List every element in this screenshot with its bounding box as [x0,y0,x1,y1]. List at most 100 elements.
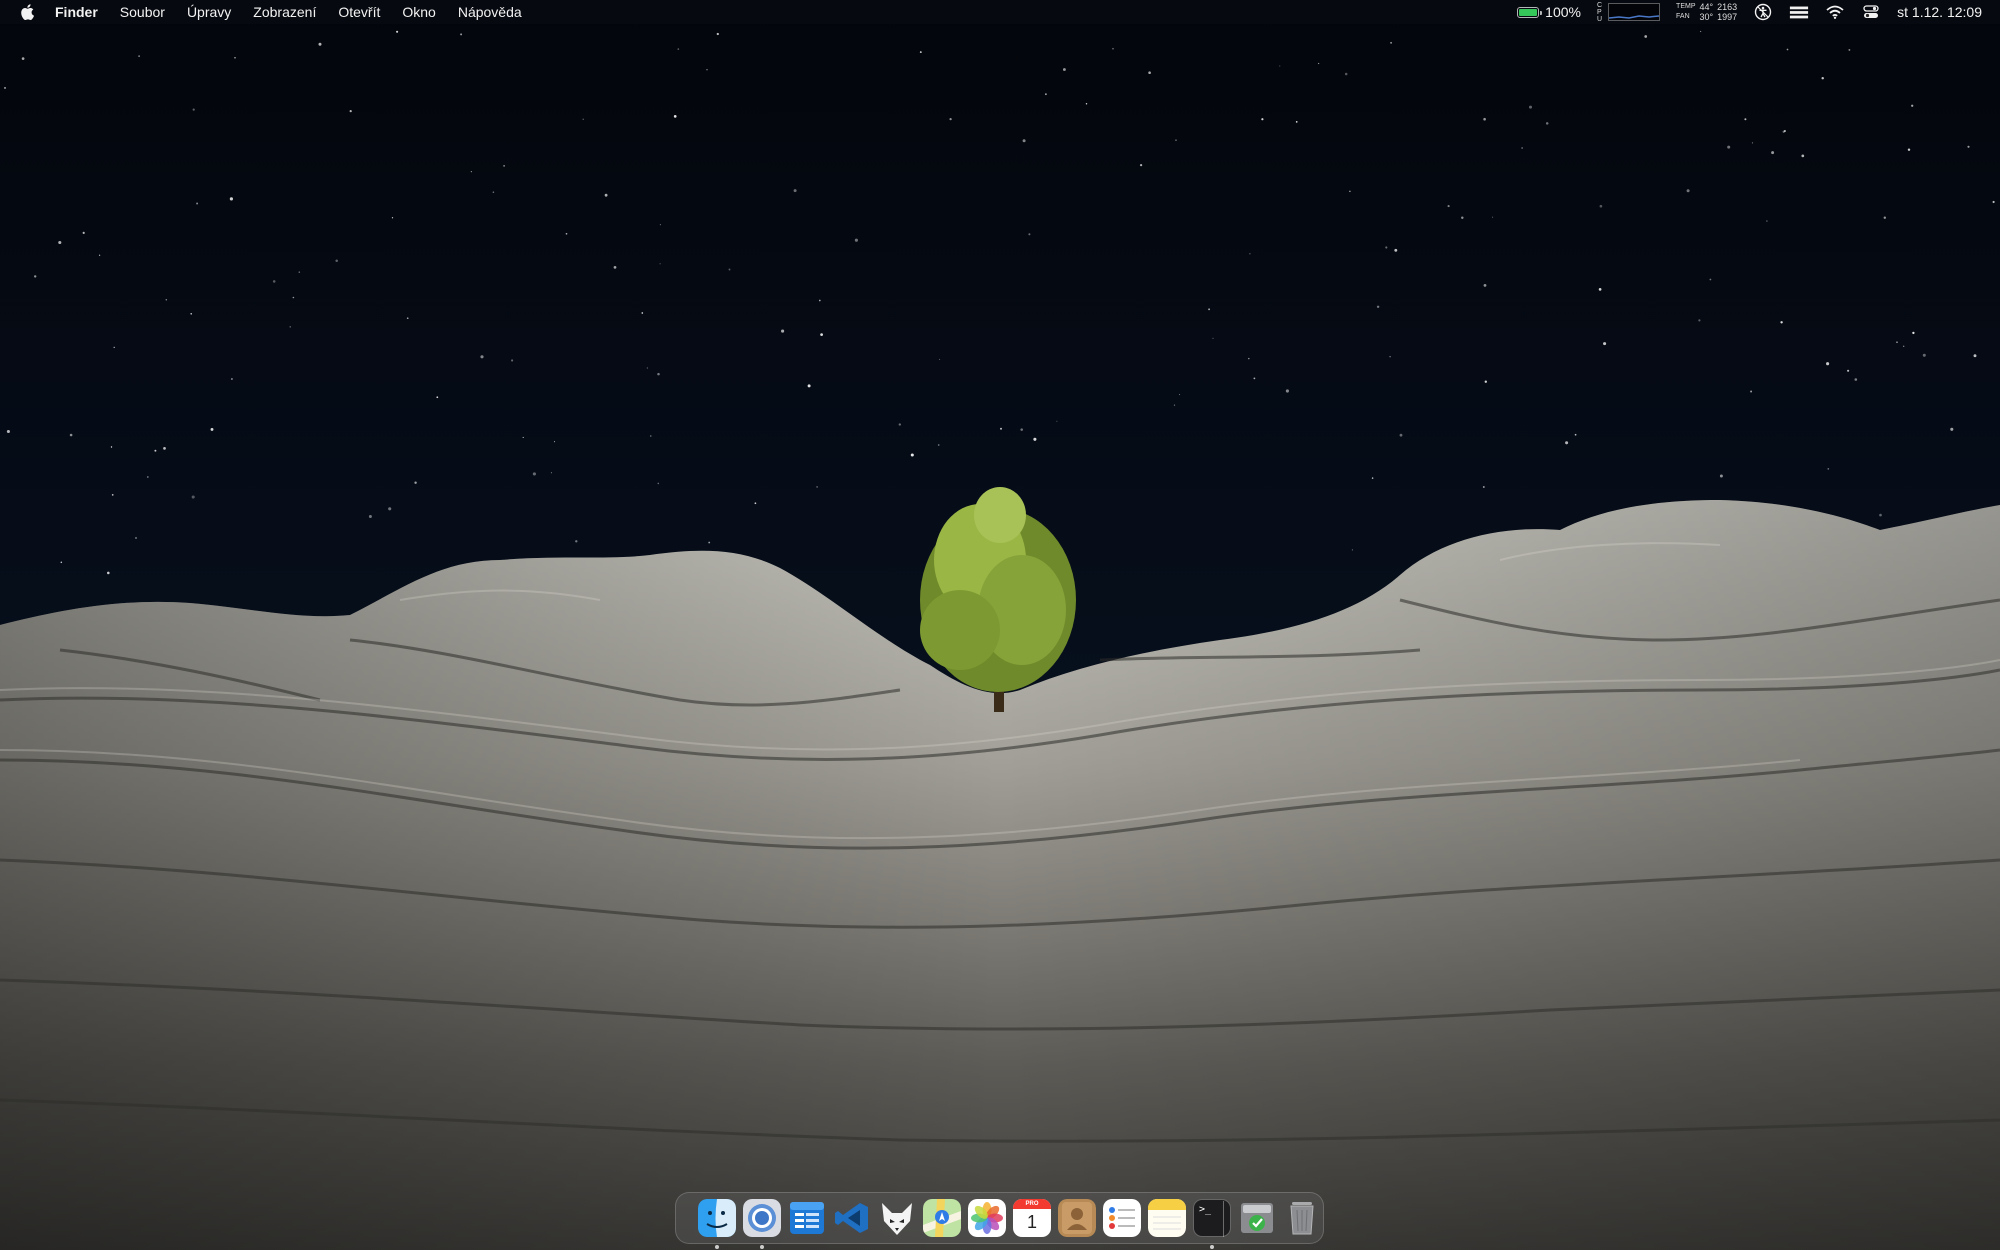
desktop: Finder Soubor Úpravy Zobrazení Otevřít O… [0,0,2000,1250]
star [1484,380,1487,383]
dock-item-contacts[interactable] [1058,1199,1096,1237]
star [436,396,439,399]
star [1173,404,1176,406]
calendar-icon: PRO 1 [1013,1199,1051,1237]
star [1826,362,1830,366]
menu-otevrit[interactable]: Otevřít [327,0,391,24]
contacts-icon [1058,1199,1096,1237]
cpu-label: C P U [1597,2,1602,23]
dock-item-fox-app[interactable] [878,1199,916,1237]
running-indicator [715,1245,719,1249]
star [1045,93,1047,96]
star [937,444,940,446]
star [677,48,680,50]
star [289,326,291,328]
star [1351,549,1353,551]
star [1000,427,1002,430]
star [1249,253,1251,255]
star [1390,41,1393,44]
star [1020,428,1023,431]
star [781,329,785,333]
star [1279,65,1281,67]
calendar-month: PRO [1013,1199,1051,1209]
star [1744,118,1747,121]
running-indicator [760,1245,764,1249]
star [1973,354,1977,358]
dock-item-visual-studio[interactable] [833,1199,871,1237]
star [196,202,199,205]
apple-logo-icon[interactable] [20,4,44,20]
star [1179,394,1181,396]
control-center-icon[interactable] [1861,2,1881,22]
star [1801,154,1805,158]
star [1821,76,1824,80]
dock: PRO 1 >_ [675,1192,1324,1249]
sensor-labels: TEMP FAN [1676,2,1695,22]
dock-item-finder[interactable] [698,1199,736,1249]
dock-item-maps[interactable] [923,1199,961,1237]
star [1780,321,1783,324]
star [646,367,648,369]
accessibility-icon[interactable] [1753,2,1773,22]
chrome-icon [743,1199,781,1237]
cpu-letter: U [1596,15,1603,23]
menu-napoveda[interactable]: Nápověda [447,0,533,24]
star [1112,47,1114,50]
dock-item-terminal[interactable]: >_ [1193,1199,1231,1249]
star [1750,390,1753,393]
star [1033,437,1037,441]
menu-zobrazeni[interactable]: Zobrazení [242,0,327,24]
menu-soubor[interactable]: Soubor [109,0,176,24]
star [1771,151,1775,155]
star [480,355,484,359]
photos-icon [968,1199,1006,1237]
star [1148,71,1151,74]
star [21,57,25,60]
dock-item-files[interactable] [788,1199,826,1237]
keyboard-layout-icon[interactable] [1789,2,1809,22]
star [1139,163,1143,167]
star [1847,369,1850,372]
star [1385,246,1388,249]
star [60,561,63,564]
dock-item-notes[interactable] [1148,1199,1186,1237]
dock-item-disk-utility[interactable] [1238,1199,1276,1237]
cpu-letter: P [1596,8,1602,16]
dock-item-chrome[interactable] [743,1199,781,1249]
star [99,254,101,256]
star [1248,357,1250,360]
menu-clock[interactable]: st 1.12. 12:09 [1897,4,1982,20]
star [230,378,233,380]
battery-status[interactable]: 100% [1517,4,1581,20]
menu-okno[interactable]: Okno [391,0,446,24]
star [1085,103,1088,105]
star [1766,220,1768,222]
dock-item-trash[interactable] [1283,1199,1321,1237]
fox-icon [878,1199,916,1237]
star [69,433,73,437]
cpu-monitor[interactable]: C P U [1597,2,1661,23]
terminal-icon: >_ [1193,1199,1231,1237]
reminders-icon [1103,1199,1141,1237]
menu-app-finder[interactable]: Finder [44,0,109,24]
star [1783,129,1786,133]
finder-icon [698,1199,736,1237]
dock-item-reminders[interactable] [1103,1199,1141,1237]
wifi-icon[interactable] [1825,2,1845,22]
star [1175,139,1177,141]
dock-item-calendar[interactable]: PRO 1 [1013,1199,1051,1237]
star [298,271,301,273]
dock-separator [1223,1201,1224,1237]
visual-studio-icon [833,1199,871,1237]
sensor-monitor[interactable]: TEMP FAN 44° 30° 2163 1997 [1676,2,1737,22]
dock-item-photos[interactable] [968,1199,1006,1237]
star [1911,104,1914,107]
star [1967,145,1970,148]
star [1062,68,1066,71]
star [1376,305,1380,309]
star [107,571,110,575]
menu-upravy[interactable]: Úpravy [176,0,242,24]
star [939,358,941,360]
files-icon [788,1199,826,1237]
star [1922,353,1926,357]
